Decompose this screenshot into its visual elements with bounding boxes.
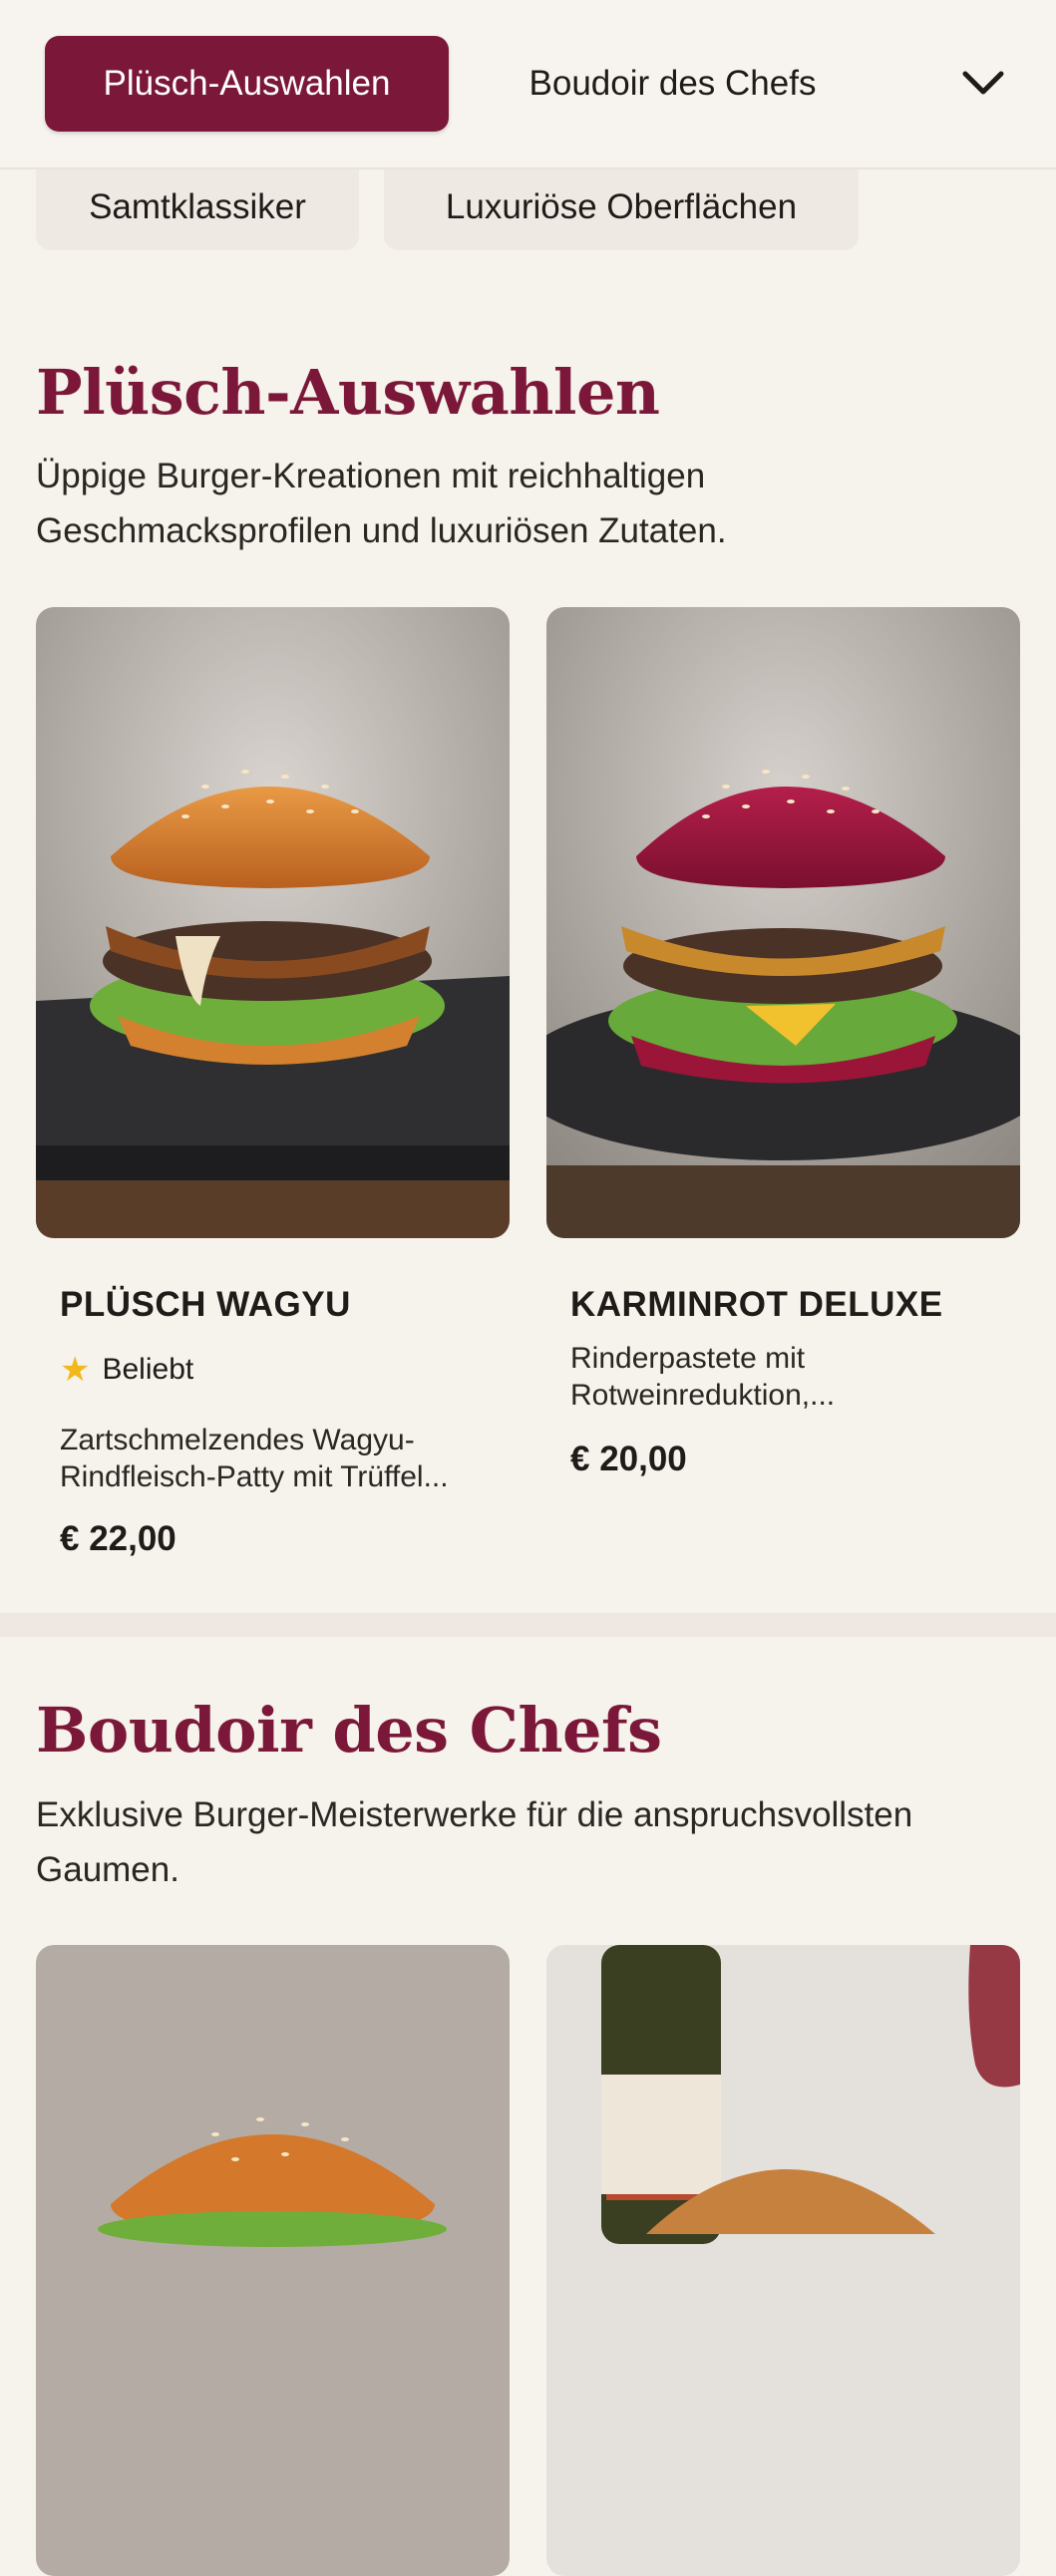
burger-image — [36, 1945, 510, 2576]
popular-badge: ★ Beliebt — [60, 1350, 193, 1390]
menu-item-card[interactable] — [546, 1945, 1020, 2576]
category-tab-boudoir-des-chefs[interactable]: Boudoir des Chefs — [471, 36, 875, 132]
star-icon: ★ — [60, 1351, 91, 1389]
category-bar: Plüsch-Auswahlen Boudoir des Chefs — [0, 0, 1056, 169]
category-tab-label: Plüsch-Auswahlen — [103, 64, 391, 103]
section-title: Boudoir des Chefs — [36, 1694, 662, 1767]
subcategory-chip-luxurioese-oberflaechen[interactable]: Luxuriöse Oberflächen — [384, 163, 859, 250]
subcategory-chip-label: Luxuriöse Oberflächen — [445, 186, 798, 226]
menu-item-description: Zartschmelzendes Wagyu-Rindfleisch-Patty… — [60, 1424, 449, 1493]
menu-item-price: € 22,00 — [60, 1519, 176, 1558]
burger-image — [546, 607, 1020, 1238]
menu-item-card[interactable]: PLÜSCH WAGYU ★ Beliebt Zartschmelzendes … — [36, 607, 510, 1558]
burger-image — [36, 607, 510, 1238]
menu-item-card[interactable]: KARMINROT DELUXE Rinderpastete mit Rotwe… — [546, 607, 1020, 1478]
section-divider — [0, 1613, 1056, 1637]
section-description: Üppige Burger-Kreationen mit reichhaltig… — [36, 457, 727, 550]
subcategory-chip-label: Samtklassiker — [89, 186, 306, 226]
chevron-down-icon[interactable] — [957, 58, 1009, 110]
menu-item-card[interactable] — [36, 1945, 510, 2576]
badge-label: Beliebt — [102, 1353, 194, 1386]
subcategory-chip-samtklassiker[interactable]: Samtklassiker — [36, 163, 359, 250]
menu-item-name: PLÜSCH WAGYU — [60, 1285, 351, 1324]
burger-image — [546, 1945, 1020, 2576]
section-title: Plüsch-Auswahlen — [36, 356, 660, 429]
category-tab-label: Boudoir des Chefs — [528, 64, 817, 103]
menu-item-description: Rinderpastete mit Rotweinreduktion,... — [570, 1342, 836, 1412]
menu-item-price: € 20,00 — [570, 1440, 687, 1478]
menu-item-name: KARMINROT DELUXE — [570, 1285, 943, 1324]
category-tab-pluesch-auswahlen[interactable]: Plüsch-Auswahlen — [45, 36, 449, 132]
section-description: Exklusive Burger-Meisterwerke für die an… — [36, 1795, 913, 1889]
